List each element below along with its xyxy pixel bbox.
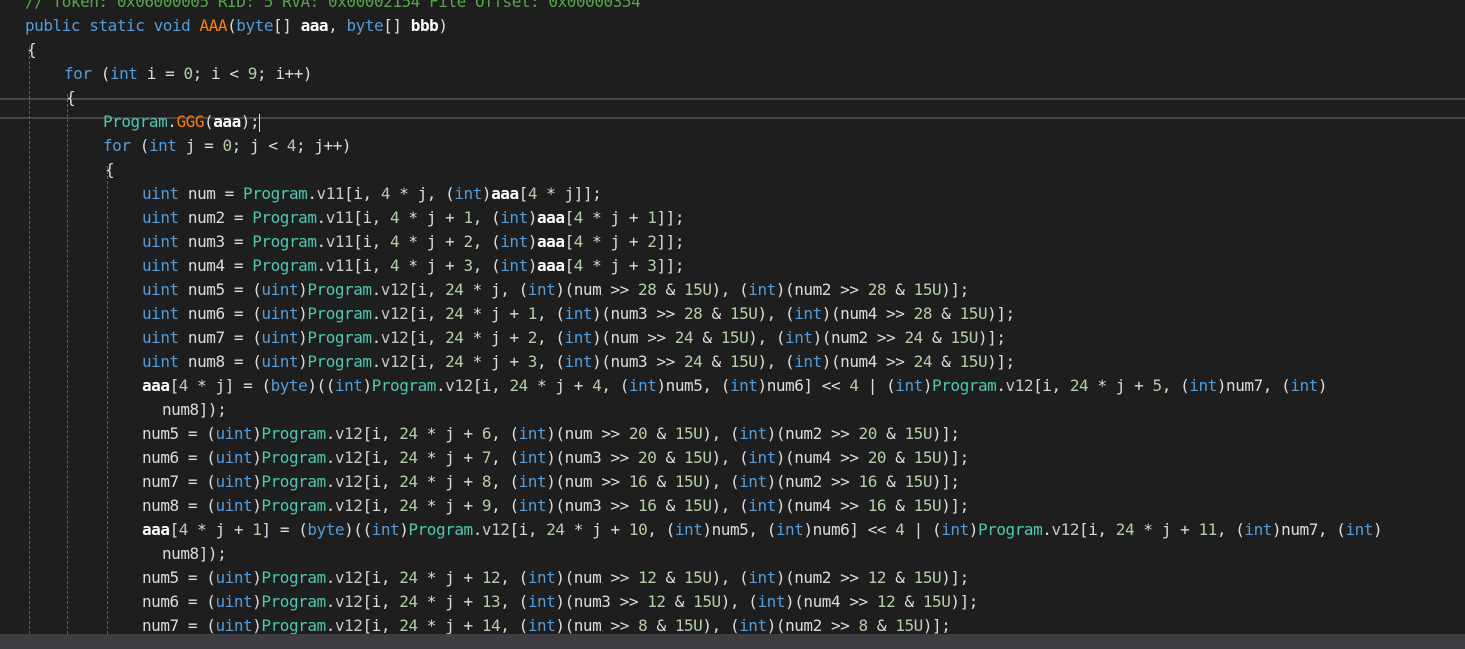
- code-line[interactable]: num6 = (uint)Program.v12[i, 24 * j + 7, …: [142, 446, 969, 470]
- code-line[interactable]: for (int j = 0; j < 4; j++): [103, 134, 352, 158]
- code-line[interactable]: num8]);: [162, 398, 227, 422]
- code-line[interactable]: aaa[4 * j + 1] = (byte)((int)Program.v12…: [142, 518, 1383, 542]
- code-editor[interactable]: // Token: 0x06000005 RID: 5 RVA: 0x00002…: [0, 0, 1465, 634]
- open-brace[interactable]: {: [105, 158, 115, 182]
- code-line[interactable]: num7 = (uint)Program.v12[i, 24 * j + 14,…: [142, 614, 951, 634]
- horizontal-scrollbar[interactable]: [0, 634, 1465, 649]
- code-line[interactable]: for (int i = 0; i < 9; i++): [64, 62, 313, 86]
- code-line[interactable]: uint num4 = Program.v11[i, 4 * j + 3, (i…: [142, 254, 684, 278]
- open-brace[interactable]: {: [27, 38, 37, 62]
- code-line[interactable]: uint num6 = (uint)Program.v12[i, 24 * j …: [142, 302, 1015, 326]
- code-line[interactable]: uint num2 = Program.v11[i, 4 * j + 1, (i…: [142, 206, 684, 230]
- code-line[interactable]: num8]);: [162, 542, 227, 566]
- code-line[interactable]: num5 = (uint)Program.v12[i, 24 * j + 12,…: [142, 566, 969, 590]
- code-line[interactable]: num5 = (uint)Program.v12[i, 24 * j + 6, …: [142, 422, 960, 446]
- code-line[interactable]: num7 = (uint)Program.v12[i, 24 * j + 8, …: [142, 470, 960, 494]
- code-line[interactable]: num8 = (uint)Program.v12[i, 24 * j + 9, …: [142, 494, 969, 518]
- code-line[interactable]: uint num = Program.v11[i, 4 * j, (int)aa…: [142, 182, 602, 206]
- code-line[interactable]: aaa[4 * j] = (byte)((int)Program.v12[i, …: [142, 374, 1328, 398]
- code-line[interactable]: uint num3 = Program.v11[i, 4 * j + 2, (i…: [142, 230, 684, 254]
- code-line-current[interactable]: Program.GGG(aaa);: [103, 110, 261, 134]
- indent-guide: [29, 46, 30, 634]
- indent-guide: [107, 166, 108, 634]
- indent-guide: [67, 94, 68, 634]
- code-line[interactable]: uint num8 = (uint)Program.v12[i, 24 * j …: [142, 350, 1015, 374]
- code-line[interactable]: uint num5 = (uint)Program.v12[i, 24 * j,…: [142, 278, 969, 302]
- method-signature[interactable]: public static void AAA(byte[] aaa, byte[…: [25, 14, 448, 38]
- text-caret: [259, 113, 261, 132]
- code-comment[interactable]: // Token: 0x06000005 RID: 5 RVA: 0x00002…: [25, 0, 641, 14]
- code-line[interactable]: num6 = (uint)Program.v12[i, 24 * j + 13,…: [142, 590, 978, 614]
- code-line[interactable]: uint num7 = (uint)Program.v12[i, 24 * j …: [142, 326, 1006, 350]
- open-brace[interactable]: {: [66, 86, 76, 110]
